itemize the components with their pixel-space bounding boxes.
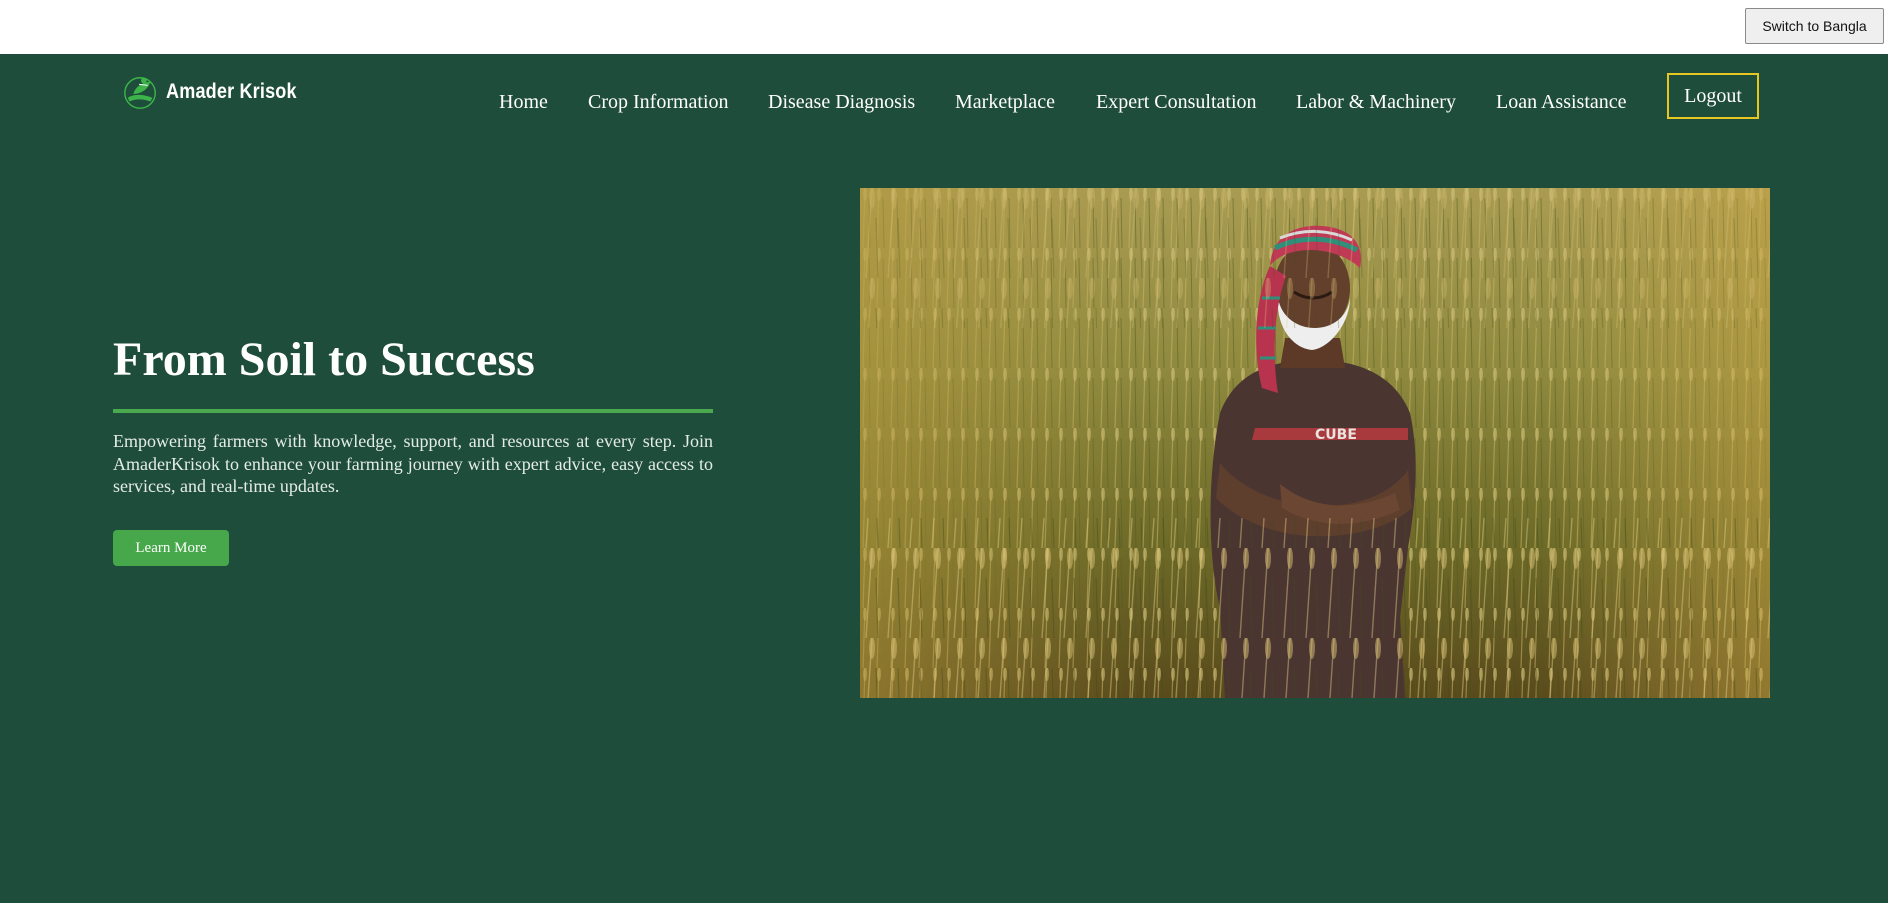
- logout-button[interactable]: Logout: [1667, 73, 1759, 119]
- nav-labor-machinery[interactable]: Labor & Machinery: [1296, 85, 1456, 119]
- nav-home[interactable]: Home: [499, 85, 548, 119]
- switch-language-button[interactable]: Switch to Bangla: [1745, 8, 1884, 44]
- top-utility-bar: Switch to Bangla: [0, 0, 1888, 54]
- learn-more-button[interactable]: Learn More: [113, 530, 229, 566]
- brand-logo[interactable]: Amader Krisok: [122, 72, 318, 112]
- shirt-logo-text: CUBE: [1315, 427, 1357, 443]
- hero-image: CUBE: [860, 188, 1770, 698]
- nav-disease-diagnosis[interactable]: Disease Diagnosis: [768, 85, 915, 119]
- hero-divider: [113, 409, 713, 413]
- farmer-hand-leaf-icon: [124, 77, 156, 109]
- nav-expert-consultation[interactable]: Expert Consultation: [1096, 85, 1257, 119]
- hero-description: Empowering farmers with knowledge, suppo…: [113, 431, 713, 496]
- hero-title: From Soil to Success: [113, 333, 535, 386]
- main-section: Amader Krisok Home Crop Information Dise…: [0, 54, 1888, 903]
- brand-name: Amader Krisok: [166, 80, 297, 103]
- nav-marketplace[interactable]: Marketplace: [955, 85, 1055, 119]
- nav-loan-assistance[interactable]: Loan Assistance: [1496, 85, 1627, 119]
- navbar: Amader Krisok Home Crop Information Dise…: [0, 54, 1888, 150]
- farmer-in-wheat-field-photo: CUBE: [860, 188, 1770, 698]
- nav-crop-information[interactable]: Crop Information: [588, 85, 729, 119]
